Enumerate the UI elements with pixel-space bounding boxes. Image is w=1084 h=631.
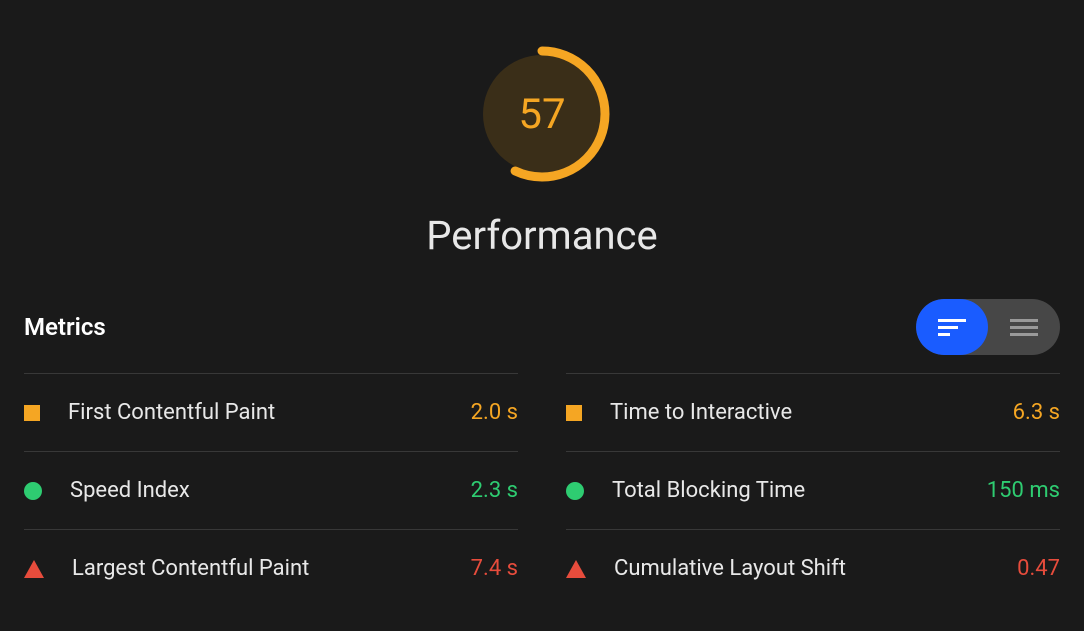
metric-value: 7.4 s (471, 556, 518, 581)
status-triangle-icon (24, 560, 44, 578)
status-circle-icon (566, 482, 584, 500)
metric-row: Time to Interactive 6.3 s (566, 373, 1060, 451)
metrics-title: Metrics (24, 313, 106, 341)
metric-row: Largest Contentful Paint 7.4 s (24, 529, 518, 607)
metric-row: Speed Index 2.3 s (24, 451, 518, 529)
metric-label: Speed Index (70, 478, 471, 503)
metric-value: 150 ms (987, 478, 1060, 503)
view-toggle-detailed[interactable] (916, 299, 988, 355)
gauge-title: Performance (426, 212, 657, 259)
status-triangle-icon (566, 560, 586, 578)
bars-icon (1010, 317, 1038, 337)
metric-value: 0.47 (1017, 556, 1060, 581)
bars-staggered-icon (938, 317, 966, 337)
performance-gauge: 57 (472, 44, 612, 184)
metric-label: Total Blocking Time (612, 478, 987, 503)
metric-label: Cumulative Layout Shift (614, 556, 1017, 581)
view-toggle (916, 299, 1060, 355)
metrics-column-right: Time to Interactive 6.3 s Total Blocking… (566, 373, 1060, 607)
metric-label: Largest Contentful Paint (72, 556, 471, 581)
metrics-grid: First Contentful Paint 2.0 s Speed Index… (24, 373, 1060, 607)
performance-gauge-section: 57 Performance (24, 44, 1060, 259)
metrics-header: Metrics (24, 299, 1060, 355)
metric-label: Time to Interactive (610, 400, 1013, 425)
status-square-icon (24, 405, 40, 421)
metrics-column-left: First Contentful Paint 2.0 s Speed Index… (24, 373, 518, 607)
metric-row: Cumulative Layout Shift 0.47 (566, 529, 1060, 607)
status-circle-icon (24, 482, 42, 500)
metric-row: First Contentful Paint 2.0 s (24, 373, 518, 451)
metric-value: 6.3 s (1013, 400, 1060, 425)
status-square-icon (566, 405, 582, 421)
metric-value: 2.0 s (471, 400, 518, 425)
gauge-score: 57 (518, 90, 565, 139)
metric-value: 2.3 s (471, 478, 518, 503)
view-toggle-compact[interactable] (988, 299, 1060, 355)
metric-row: Total Blocking Time 150 ms (566, 451, 1060, 529)
metric-label: First Contentful Paint (68, 400, 471, 425)
